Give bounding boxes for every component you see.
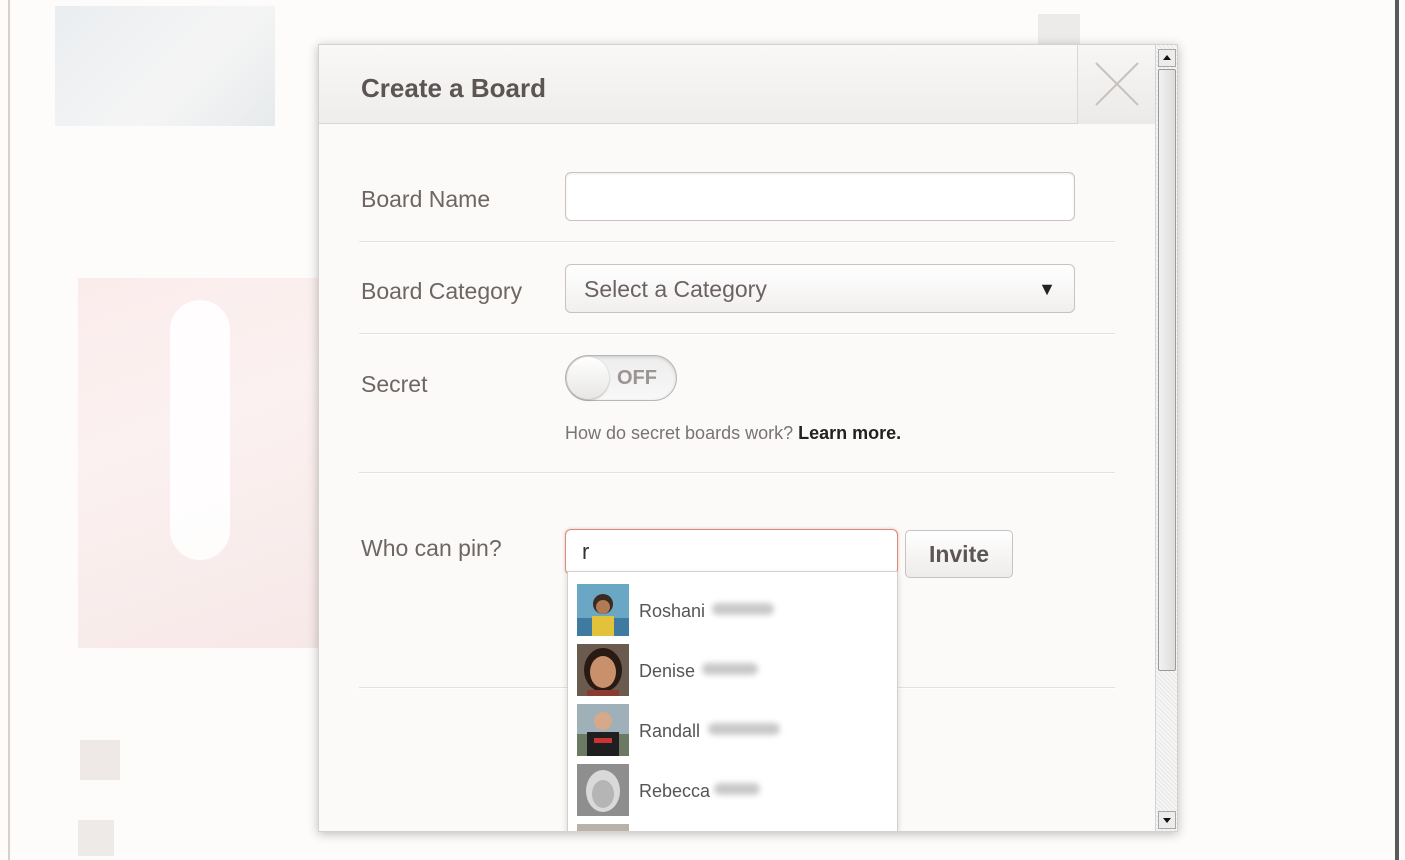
who-can-pin-label: Who can pin? [361,535,502,561]
suggestion-item[interactable]: Roshani [568,572,897,636]
avatar [577,764,629,816]
secret-help-question: How do secret boards work? [565,423,794,443]
secret-help-text: How do secret boards work? Learn more. [565,423,901,444]
dialog-header: Create a Board [319,45,1155,124]
board-name-label: Board Name [361,186,491,212]
scroll-up-button[interactable] [1158,49,1176,67]
avatar [577,584,629,636]
arrow-up-icon [1163,55,1171,60]
arrow-down-icon [1163,818,1171,823]
avatar [577,704,629,756]
suggestion-item[interactable]: Denise [568,632,897,696]
scroll-down-button[interactable] [1158,811,1176,829]
window-frame-left [8,0,10,860]
suggestion-item[interactable]: Rebecca [568,752,897,816]
user-suggestions-dropdown: Roshani Denise Randall Rebecca [567,571,898,831]
secret-label: Secret [361,371,428,397]
toggle-state: OFF [617,367,657,389]
close-button[interactable] [1077,45,1155,124]
divider [359,333,1115,335]
window-frame-right [1395,0,1399,860]
board-category-selected: Select a Category [584,276,767,302]
divider [359,472,1115,474]
background-pin-figure [170,300,230,560]
who-can-pin-input[interactable] [565,529,898,575]
board-name-input[interactable] [565,172,1075,221]
suggestion-item[interactable]: Randall [568,692,897,756]
avatar [577,824,629,831]
background-cover-image [55,6,275,126]
redacted-surname [708,723,780,735]
learn-more-link[interactable]: Learn more. [798,423,901,443]
suggestion-name: Randall [639,721,701,741]
dialog-title: Create a Board [361,73,546,103]
redacted-surname [712,603,774,615]
redacted-surname [714,783,760,795]
toggle-knob [567,357,609,399]
suggestion-item-partial[interactable] [568,812,897,831]
board-category-label: Board Category [361,278,523,304]
background-avatar-2 [78,820,114,856]
caret-down-icon: ▼ [1038,279,1056,299]
divider [359,241,1115,243]
board-category-select[interactable]: Select a Category ▼ [565,264,1075,313]
secret-toggle[interactable]: OFF [565,355,677,401]
suggestion-name: Roshani [639,601,706,621]
create-board-dialog: Create a Board Board Name Board Category… [318,44,1178,832]
close-icon [1095,62,1139,106]
suggestion-name: Rebecca [639,781,711,801]
redacted-surname [702,663,758,675]
dialog-scrollbar[interactable] [1155,45,1177,831]
avatar [577,644,629,696]
background-avatar [80,740,120,780]
invite-button[interactable]: Invite [905,530,1013,578]
suggestion-name: Denise [639,661,696,681]
scroll-thumb[interactable] [1158,69,1176,671]
